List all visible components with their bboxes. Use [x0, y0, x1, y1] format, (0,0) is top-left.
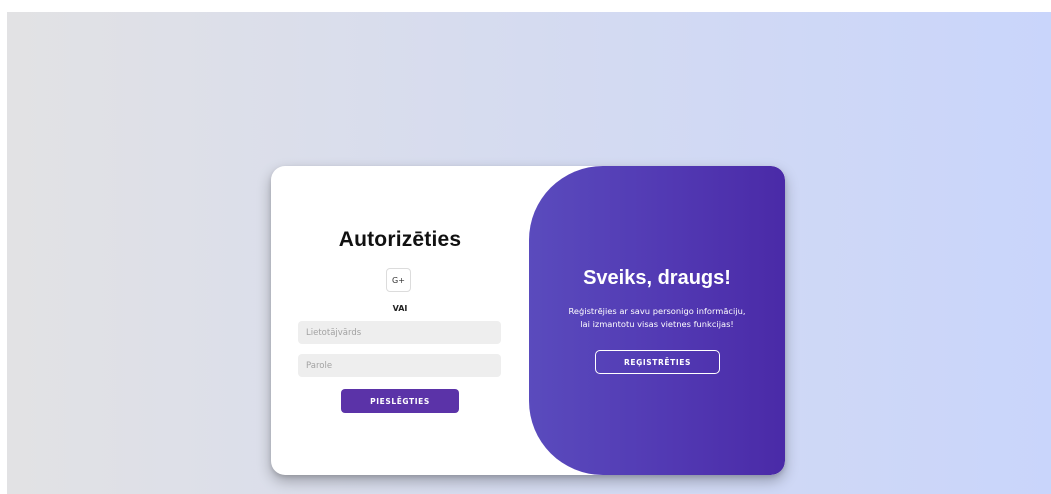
page-background: Autorizēties G+ VAI PIESLĒGTIES Sveiks, … — [7, 12, 1051, 494]
auth-card: Autorizēties G+ VAI PIESLĒGTIES Sveiks, … — [271, 166, 785, 475]
login-button[interactable]: PIESLĒGTIES — [341, 389, 459, 413]
google-plus-button[interactable]: G+ — [386, 268, 411, 292]
login-title: Autorizēties — [338, 228, 462, 251]
password-input[interactable] — [298, 354, 501, 377]
welcome-title: Sveiks, draugs! — [583, 267, 731, 289]
google-plus-icon: G+ — [392, 275, 405, 285]
or-divider-label: VAI — [392, 304, 408, 313]
welcome-description: Reģistrējies ar savu personigo informāci… — [539, 305, 775, 331]
welcome-description-line-1: Reģistrējies ar savu personigo informāci… — [568, 306, 746, 316]
welcome-panel: Sveiks, draugs! Reģistrējies ar savu per… — [529, 166, 785, 475]
username-input[interactable] — [298, 321, 501, 344]
register-button[interactable]: REĢISTRĒTIES — [595, 350, 720, 374]
login-panel: Autorizēties G+ VAI PIESLĒGTIES — [271, 166, 529, 475]
welcome-description-line-2: lai izmantotu visas vietnes funkcijas! — [580, 319, 734, 329]
